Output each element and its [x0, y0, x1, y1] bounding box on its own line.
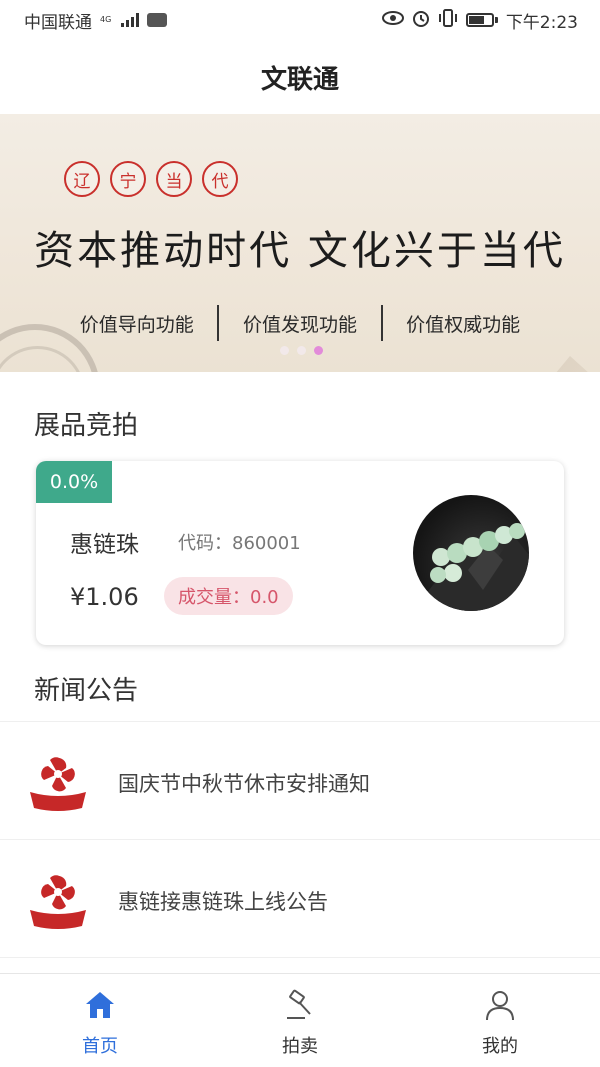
banner-function-item: 价值导向功能	[79, 313, 194, 336]
divider	[0, 957, 600, 958]
clock-label: 下午2:23	[505, 12, 578, 33]
tab-label: 拍卖	[282, 1036, 318, 1057]
product-name: 惠链珠	[70, 532, 139, 558]
hd-icon	[147, 13, 168, 27]
tab-auction[interactable]: 拍卖	[200, 974, 400, 1067]
carrier-label: 中国联通	[24, 12, 92, 33]
banner-function-item: 价值发现功能	[242, 313, 357, 336]
tab-home[interactable]: 首页	[0, 974, 200, 1067]
app-header: 文联通	[0, 40, 600, 114]
tab-label: 我的	[482, 1036, 518, 1057]
product-price: ¥1.06	[70, 583, 139, 611]
wenliantong-logo-icon	[30, 874, 86, 929]
volume-badge: 成交量：0.0	[164, 577, 293, 615]
bottom-tab-bar: 首页 拍卖 我的	[0, 973, 600, 1067]
mountain-decoration	[430, 356, 600, 372]
home-icon	[86, 992, 114, 1018]
seal-char: 当	[156, 161, 192, 197]
user-icon	[486, 991, 514, 1021]
network-label: 4G	[100, 15, 112, 24]
battery-icon	[465, 13, 498, 27]
seal-char: 宁	[110, 161, 146, 197]
wenliantong-logo-icon	[30, 756, 86, 811]
carousel-dot[interactable]	[280, 346, 289, 355]
product-image	[413, 495, 529, 611]
banner-seals: 辽 宁 当 代	[64, 161, 238, 197]
gavel-icon	[287, 989, 311, 1019]
status-bar: 中国联通 4G 下午2:23	[0, 0, 600, 40]
tab-label: 首页	[82, 1036, 118, 1057]
vibrate-icon	[438, 9, 458, 31]
banner-function-divider	[380, 305, 383, 341]
product-code: 代码：860001	[178, 533, 301, 554]
auction-section-title: 展品竞拍	[34, 411, 139, 441]
status-left: 中国联通 4G	[24, 8, 168, 33]
news-title: 国庆节中秋节休市安排通知	[118, 772, 370, 796]
news-section-title: 新闻公告	[34, 676, 139, 706]
news-title: 惠链接惠链珠上线公告	[118, 890, 328, 914]
tab-profile[interactable]: 我的	[400, 974, 600, 1067]
news-list-item[interactable]: 惠链接惠链珠上线公告	[0, 840, 600, 957]
seal-char: 代	[202, 161, 238, 197]
banner-functions: 价值导向功能 价值发现功能 价值权威功能	[60, 305, 540, 341]
status-right: 下午2:23	[381, 8, 578, 33]
seal-char: 辽	[64, 161, 100, 197]
banner-function-divider	[217, 305, 220, 341]
eye-icon	[381, 10, 404, 30]
page-title: 文联通	[260, 64, 339, 95]
alarm-icon	[412, 9, 430, 31]
carousel-dot-active[interactable]	[314, 346, 323, 355]
signal-icon	[121, 13, 140, 27]
banner-slogan: 资本推动时代 文化兴于当代	[34, 228, 566, 274]
change-badge: 0.0%	[36, 461, 112, 503]
carousel-dot[interactable]	[297, 346, 306, 355]
carousel-indicator	[280, 346, 323, 355]
banner-function-item: 价值权威功能	[406, 313, 521, 336]
auction-card[interactable]: 0.0% 惠链珠 代码：860001 ¥1.06 成交量：0.0	[36, 461, 564, 645]
news-list-item[interactable]: 国庆节中秋节休市安排通知	[0, 722, 600, 839]
